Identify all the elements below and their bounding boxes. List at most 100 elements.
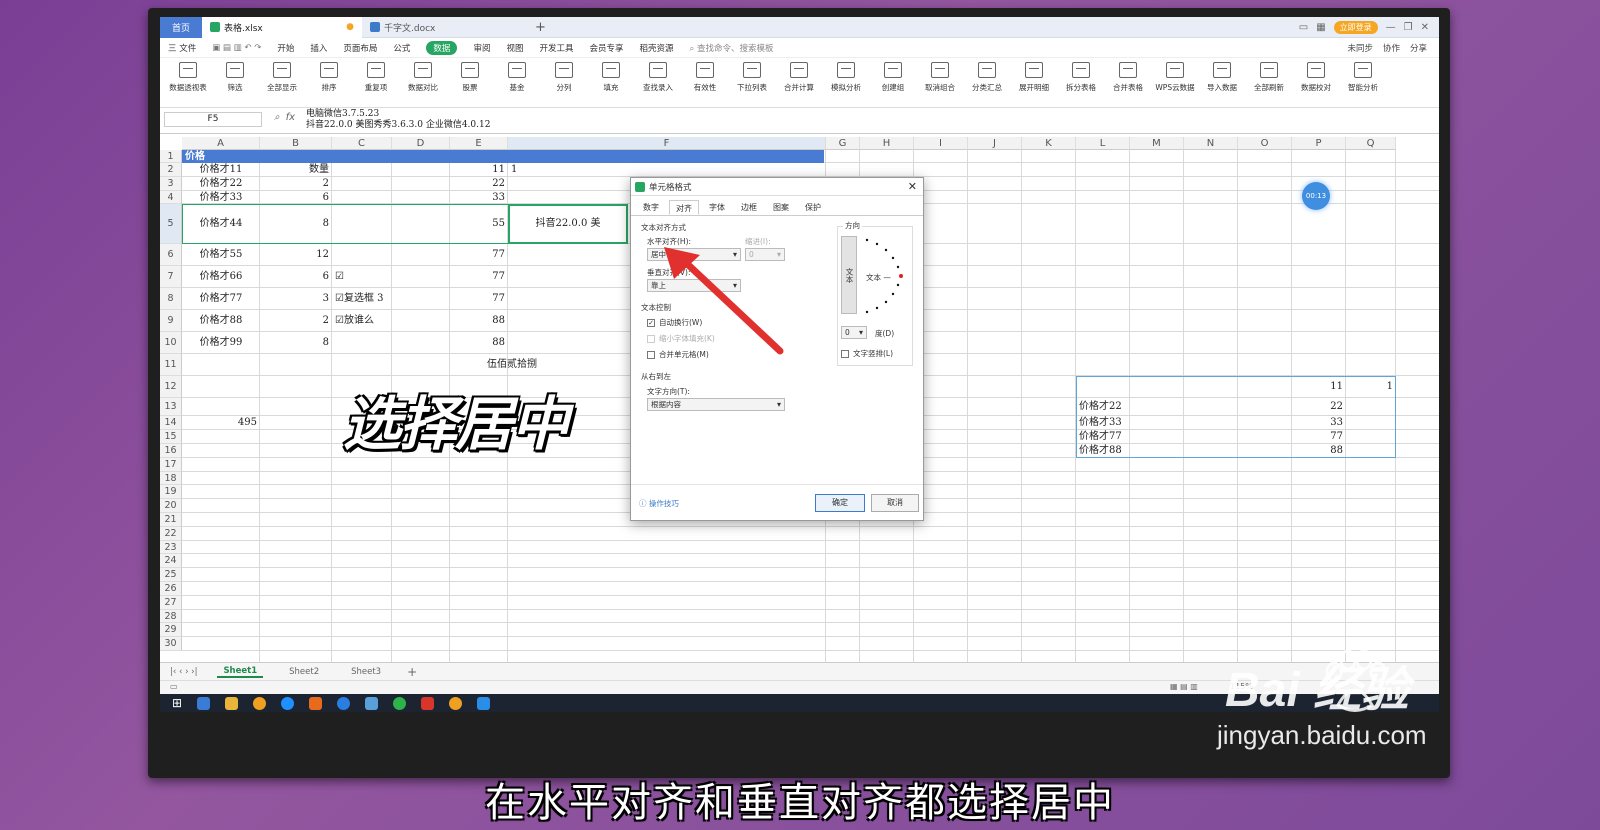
tips-link[interactable]: ⓘ 操作技巧 xyxy=(639,498,679,509)
column-header[interactable]: H xyxy=(860,137,914,150)
ribbon-button[interactable]: 导入数据 xyxy=(1200,62,1244,93)
cell-b3[interactable]: 2 xyxy=(263,177,329,191)
column-header[interactable]: N xyxy=(1184,137,1238,150)
dialog-close-icon[interactable]: ✕ xyxy=(908,180,917,193)
ribbon-button[interactable]: 数据透视表 xyxy=(166,62,210,93)
cell-b5[interactable]: 8 xyxy=(263,204,329,244)
cell-a6[interactable]: 价格才55 xyxy=(185,244,257,266)
ribbon-button[interactable]: 分列 xyxy=(542,62,586,93)
column-header[interactable]: F xyxy=(508,137,826,150)
cell-a10[interactable]: 价格才99 xyxy=(185,332,257,354)
column-header[interactable]: B xyxy=(260,137,332,150)
wps-icon[interactable] xyxy=(421,696,435,710)
cell-e5[interactable]: 55 xyxy=(453,204,505,244)
sync-status[interactable]: 未同步 xyxy=(1347,42,1373,54)
degree-spinner[interactable]: 0 xyxy=(841,326,867,339)
menu-home[interactable]: 开始 xyxy=(277,42,294,54)
ribbon-button[interactable]: 合并表格 xyxy=(1106,62,1150,93)
row-header[interactable]: 23 xyxy=(160,540,182,555)
ribbon-button[interactable]: 排序 xyxy=(307,62,351,93)
cell-p16[interactable]: 88 xyxy=(1295,444,1343,458)
file-explorer-icon[interactable] xyxy=(225,696,239,710)
row-header[interactable]: 5 xyxy=(160,204,182,245)
cell-c7[interactable]: ☑ xyxy=(335,266,389,288)
cell-p13[interactable]: 22 xyxy=(1295,398,1343,416)
restore-icon[interactable]: ❐ xyxy=(1404,22,1413,33)
column-header[interactable]: E xyxy=(450,137,508,150)
cell-e3[interactable]: 22 xyxy=(453,177,505,191)
cancel-button[interactable]: 取消 xyxy=(871,494,919,512)
row-header[interactable]: 14 xyxy=(160,416,182,431)
vertical-text-button[interactable]: 文本 xyxy=(841,236,857,314)
cell-b9[interactable]: 2 xyxy=(263,310,329,332)
row-header[interactable]: 20 xyxy=(160,499,182,513)
cell-a3[interactable]: 价格才22 xyxy=(185,177,257,191)
ribbon-button[interactable]: 查找录入 xyxy=(636,62,680,93)
sheet-tab-1[interactable]: Sheet1 xyxy=(217,666,264,678)
tab-document[interactable]: 千字文.docx xyxy=(362,17,527,38)
row-header[interactable]: 6 xyxy=(160,244,182,267)
status-macro-icon[interactable]: ▭ xyxy=(170,682,178,691)
share-button[interactable]: 分享 xyxy=(1410,42,1427,54)
cell-f2[interactable]: 1 xyxy=(511,163,823,177)
cell-a5[interactable]: 价格才44 xyxy=(185,204,257,244)
minimize-icon[interactable]: — xyxy=(1386,22,1396,33)
ribbon-button[interactable]: WPS云数据 xyxy=(1153,62,1197,93)
cell-a7[interactable]: 价格才66 xyxy=(185,266,257,288)
row-header[interactable]: 11 xyxy=(160,354,182,377)
cell-e2[interactable]: 11 xyxy=(453,163,505,177)
column-header[interactable]: O xyxy=(1238,137,1292,150)
menu-data[interactable]: 数据 xyxy=(426,40,458,55)
menu-view[interactable]: 视图 xyxy=(506,42,523,54)
cell-p15[interactable]: 77 xyxy=(1295,430,1343,444)
cell-e10[interactable]: 88 xyxy=(453,332,505,354)
row-header[interactable]: 24 xyxy=(160,554,182,569)
cell-l16[interactable]: 价格才88 xyxy=(1079,444,1181,458)
grid-icon[interactable]: ▦ xyxy=(1316,22,1325,33)
cell-e6[interactable]: 77 xyxy=(453,244,505,266)
tab-alignment[interactable]: 对齐 xyxy=(669,200,699,215)
cell-a2[interactable]: 价格才11 xyxy=(185,163,257,177)
row-header[interactable]: 1 xyxy=(160,150,182,163)
layout-icon[interactable]: ▭ xyxy=(1299,22,1308,33)
sheet-nav-icons[interactable]: |‹ ‹ › ›| xyxy=(170,667,197,677)
row-header[interactable]: 16 xyxy=(160,444,182,458)
column-header[interactable]: M xyxy=(1130,137,1184,150)
row-header[interactable]: 30 xyxy=(160,637,182,651)
ribbon-button[interactable]: 基金 xyxy=(495,62,539,93)
cell-a14[interactable]: 495 xyxy=(185,416,257,430)
cell-p12[interactable]: 11 xyxy=(1295,376,1343,398)
ribbon-button[interactable]: 创建组 xyxy=(871,62,915,93)
row-header[interactable]: 17 xyxy=(160,457,182,472)
cell-p14[interactable]: 33 xyxy=(1295,416,1343,430)
text-dir-select[interactable]: 根据内容 xyxy=(647,398,785,411)
cell-f5[interactable]: 抖音22.0.0 美 xyxy=(511,204,625,244)
row-header[interactable]: 29 xyxy=(160,623,182,638)
close-window-icon[interactable]: ✕ xyxy=(1421,22,1429,33)
fx-icon[interactable]: fx xyxy=(286,112,295,123)
cell-b10[interactable]: 8 xyxy=(263,332,329,354)
ribbon-button[interactable]: 拆分表格 xyxy=(1059,62,1103,93)
menu-docer[interactable]: 稻壳资源 xyxy=(640,42,674,54)
sheet-tab-3[interactable]: Sheet3 xyxy=(345,667,387,677)
notes-icon[interactable] xyxy=(365,696,379,710)
cell-e8[interactable]: 77 xyxy=(453,288,505,310)
ribbon-button[interactable]: 数据对比 xyxy=(401,62,445,93)
column-header[interactable]: I xyxy=(914,137,968,150)
cell-b7[interactable]: 6 xyxy=(263,266,329,288)
row-header[interactable]: 27 xyxy=(160,595,182,610)
tab-protection[interactable]: 保护 xyxy=(799,200,827,215)
cell-e4[interactable]: 33 xyxy=(453,191,505,205)
menu-review[interactable]: 审阅 xyxy=(473,42,490,54)
tab-number[interactable]: 数字 xyxy=(637,200,665,215)
ribbon-button[interactable]: 重复项 xyxy=(354,62,398,93)
edge-icon[interactable] xyxy=(281,696,295,710)
row-header[interactable]: 9 xyxy=(160,310,182,333)
tab-home[interactable]: 首页 xyxy=(160,17,202,38)
cell-a1[interactable]: 价格 xyxy=(185,150,257,163)
ribbon-button[interactable]: 下拉列表 xyxy=(730,62,774,93)
ribbon-button[interactable]: 分类汇总 xyxy=(965,62,1009,93)
cell-c9[interactable]: ☑放谁么 xyxy=(335,310,409,332)
ribbon-button[interactable]: 数据校对 xyxy=(1294,62,1338,93)
cell-e11[interactable]: 伍佰贰拾捌 xyxy=(453,354,537,376)
